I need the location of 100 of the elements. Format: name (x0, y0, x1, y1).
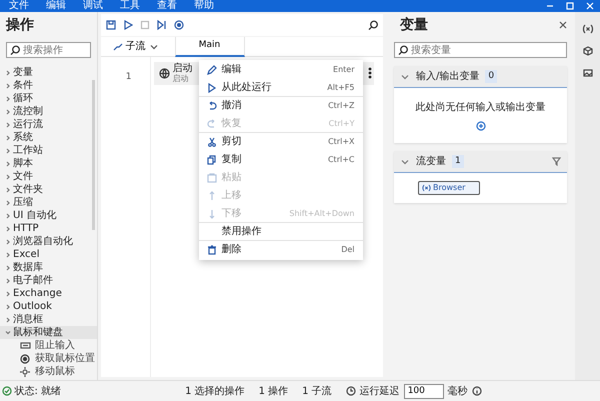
tree-item[interactable]: 电子邮件 (0, 274, 96, 287)
trash-icon (206, 244, 216, 254)
tree-item[interactable]: 脚本 (0, 157, 96, 170)
menu-item[interactable]: 工具 (120, 0, 140, 12)
tree-item[interactable]: 流控制 (0, 105, 96, 118)
tree-item[interactable]: 鼠标和键盘 (0, 326, 96, 339)
menu-item[interactable]: 查看 (157, 0, 177, 12)
copy-icon (206, 154, 216, 164)
tree-item[interactable]: 工作站 (0, 144, 96, 157)
filter-icon[interactable] (552, 157, 562, 166)
tree-item[interactable]: 获取鼠标位置 (0, 352, 96, 365)
menu-item[interactable]: 删除 Del (198, 241, 362, 259)
tree-item[interactable]: 循环 (0, 92, 96, 105)
empty-message: 此处尚无任何输入或输出变量 (416, 100, 546, 115)
action-subtitle: 启动 (172, 74, 188, 82)
subflows-button[interactable]: 子流 (100, 39, 164, 54)
line-number: 1 (124, 71, 132, 84)
tree-item[interactable]: 条件 (0, 79, 96, 92)
shortcut-text: Del (341, 244, 354, 256)
save-icon[interactable] (106, 20, 116, 30)
search-icon (10, 45, 20, 55)
arrow-down-icon (206, 208, 216, 218)
more-icon[interactable] (368, 67, 372, 79)
maximize-icon[interactable] (566, 2, 574, 10)
search-field[interactable]: 搜索操作 (6, 42, 90, 58)
tree-item[interactable]: 浏览器自动化 (0, 235, 96, 248)
step-icon[interactable] (156, 20, 166, 30)
status-text: 1 子流 (302, 384, 332, 398)
status-text: 1 选择的操作 (185, 384, 245, 398)
tree-item[interactable]: 变量 (0, 66, 96, 79)
tree-item[interactable]: 移动鼠标 (0, 365, 96, 378)
undo-icon (206, 100, 216, 110)
delay-field[interactable]: 100 (404, 384, 444, 398)
shortcut-text: Alt+F5 (327, 82, 354, 94)
delay-label: 运行延迟 (360, 384, 400, 398)
shortcut-text: Ctrl+Z (328, 100, 354, 112)
scissors-icon (206, 136, 216, 146)
tree-item[interactable]: 消息框 (0, 313, 96, 326)
section-header[interactable]: 输入/输出变量 0 (394, 66, 568, 88)
clipboard-icon (206, 172, 216, 182)
cube-icon[interactable] (582, 46, 593, 56)
menu-item[interactable]: 复制 Ctrl+C (198, 151, 362, 169)
tree-item[interactable]: 系统 (0, 131, 96, 144)
shortcut-text: Shift+Alt+Down (289, 208, 354, 220)
menu-item[interactable]: 撤消 Ctrl+Z (198, 97, 362, 115)
menu-item[interactable]: 剪切 Ctrl+X (198, 133, 362, 151)
tree-item[interactable]: 文件 (0, 170, 96, 183)
shortcut-text: Ctrl+Y (328, 118, 354, 130)
chevron-down-icon (148, 42, 158, 50)
status-text: 1 操作 (258, 384, 288, 398)
play-icon (206, 82, 216, 92)
tree-item[interactable]: 阻止输入 (0, 339, 96, 352)
search-icon (398, 45, 408, 55)
play-icon[interactable] (122, 20, 132, 30)
globe-icon (158, 68, 170, 79)
chevron-down-icon (400, 158, 410, 166)
tree-item[interactable]: 压缩 (0, 196, 96, 209)
variable-icon (422, 184, 432, 192)
search-icon[interactable] (368, 20, 378, 30)
tree-item[interactable]: 运行流 (0, 118, 96, 131)
record-icon[interactable] (174, 20, 184, 30)
panel-title: 操作 (4, 16, 35, 35)
menu-item[interactable]: 编辑 Enter (198, 61, 362, 79)
redo-icon (206, 118, 216, 128)
target-icon (20, 354, 31, 364)
add-icon[interactable] (476, 121, 486, 131)
check-circle-icon (2, 386, 12, 396)
variable-chip[interactable]: Browser (418, 181, 480, 195)
tree-item[interactable]: Excel (0, 248, 96, 261)
menu-item[interactable]: 编辑 (46, 0, 66, 12)
shortcut-text: Ctrl+X (328, 136, 354, 148)
tree-item[interactable]: HTTP (0, 222, 96, 235)
clock-icon (346, 386, 356, 396)
tree-item[interactable]: Exchange (0, 287, 96, 300)
pencil-icon (206, 64, 216, 74)
close-icon[interactable] (559, 21, 568, 29)
panel-title: 变量 (398, 16, 430, 35)
variables-icon[interactable] (582, 24, 594, 34)
subflow-icon (112, 42, 122, 50)
section-title: 输入/输出变量 (416, 70, 480, 84)
menu-item[interactable]: 从此处运行 Alt+F5 (198, 79, 362, 97)
chevron-down-icon (3, 328, 13, 336)
section-title: 流变量 (416, 154, 446, 169)
menu-item[interactable]: 调试 (83, 0, 103, 12)
menu-item[interactable]: 禁用操作 (198, 223, 362, 241)
tree-item[interactable]: 数据库 (0, 261, 96, 274)
status-text: 状态: 就绪 (2, 384, 62, 398)
unit-label: 毫秒 (448, 384, 468, 398)
count-badge: 1 (452, 154, 464, 168)
search-field[interactable]: 搜索变量 (394, 42, 568, 58)
shortcut-text: Enter (333, 64, 354, 76)
tree-item[interactable]: 文件夹 (0, 183, 96, 196)
image-icon[interactable] (582, 68, 593, 78)
info-icon (472, 386, 482, 396)
section-header[interactable]: 流变量 1 (394, 151, 568, 173)
menu-item[interactable]: 帮助 (194, 0, 214, 12)
tree-item[interactable]: Outlook (0, 300, 96, 313)
shortcut-text: Ctrl+C (328, 154, 354, 166)
tree-item[interactable]: UI 自动化 (0, 209, 96, 222)
chevron-down-icon (400, 72, 410, 80)
